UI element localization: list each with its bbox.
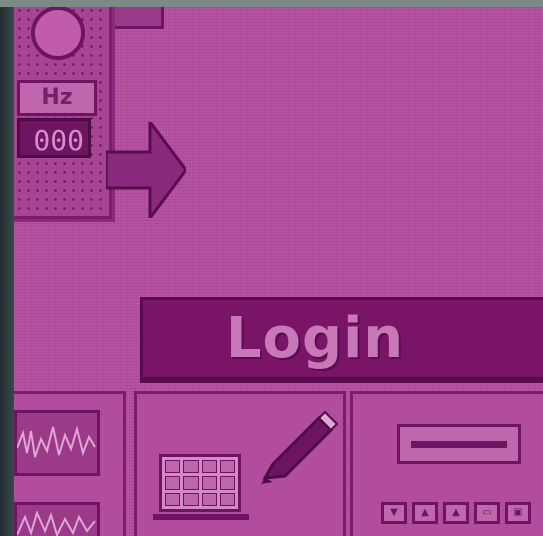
waveform-pane[interactable]	[14, 391, 126, 536]
sheet-cell	[201, 476, 217, 490]
down-arrow-icon[interactable]: ▼	[381, 502, 407, 524]
top-bezel	[0, 0, 543, 7]
left-bezel	[0, 7, 14, 536]
eject-icon[interactable]: ▲	[443, 502, 469, 524]
frequency-device-panel: Hz 000	[14, 7, 112, 219]
up-arrow-icon[interactable]: ▲	[412, 502, 438, 524]
frequency-unit-label: Hz	[17, 80, 97, 116]
speaker-icon	[31, 7, 85, 60]
waveform-icon	[16, 425, 96, 458]
text-field-icon	[397, 424, 521, 464]
crt-screen: Hz 000 Login ▼ ▲ ▲ ▭ ▣	[14, 7, 543, 536]
sheet-cell	[201, 492, 217, 506]
sheet-base	[153, 514, 249, 520]
right-arrow-icon	[106, 122, 186, 218]
sheet-cell	[183, 476, 199, 490]
control-buttons-row: ▼ ▲ ▲ ▭ ▣	[381, 502, 531, 524]
form-pane[interactable]: ▼ ▲ ▲ ▭ ▣	[350, 391, 543, 536]
sheet-cell	[165, 460, 181, 474]
sheet-cell	[165, 492, 181, 506]
login-label: Login	[225, 306, 405, 371]
pen-icon	[261, 410, 339, 484]
screen-icon[interactable]: ▣	[505, 502, 531, 524]
frame-icon[interactable]: ▭	[474, 502, 500, 524]
sheet-cell	[219, 476, 235, 490]
login-button[interactable]: Login	[140, 297, 543, 383]
sheet-cell	[219, 460, 235, 474]
field-line	[411, 440, 507, 448]
spreadsheet-pane[interactable]	[134, 391, 346, 536]
sheet-cell	[219, 492, 235, 506]
waveform-chart	[14, 410, 100, 476]
sheet-cell	[165, 476, 181, 490]
sheet-cell	[201, 460, 217, 474]
waveform-chart-secondary	[14, 502, 100, 536]
sheet-cell	[183, 460, 199, 474]
sheet-cell	[183, 492, 199, 506]
frequency-readout: 000	[17, 118, 91, 158]
spreadsheet-icon	[159, 454, 241, 512]
bars-icon	[16, 510, 96, 536]
